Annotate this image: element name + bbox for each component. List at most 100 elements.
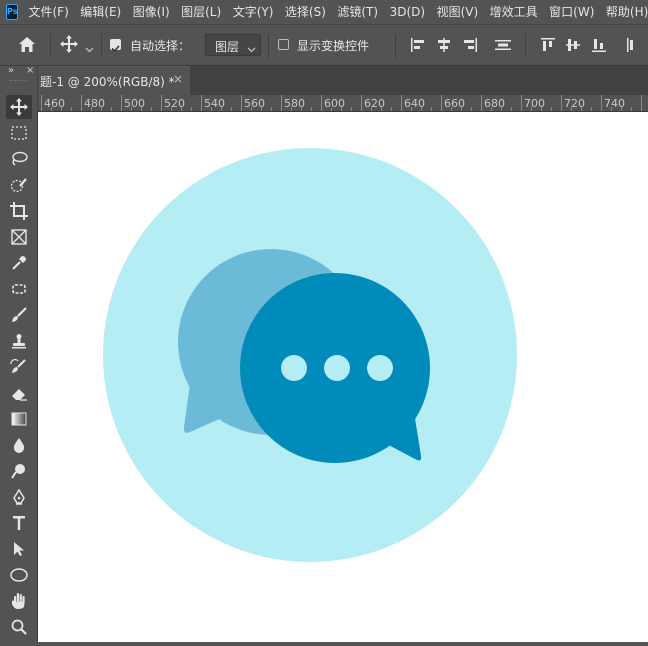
ruler-minor-tick xyxy=(91,107,92,111)
ruler-minor-tick xyxy=(631,107,632,111)
ruler-major-tick xyxy=(281,95,282,111)
collapse-panel-icon[interactable]: » xyxy=(8,65,14,76)
menu-edit[interactable]: 编辑(E) xyxy=(80,0,121,24)
path-select-tool[interactable] xyxy=(6,537,32,561)
menu-view[interactable]: 视图(V) xyxy=(437,0,479,24)
ruler-major-tick xyxy=(201,95,202,111)
gradient-tool[interactable] xyxy=(6,407,32,431)
auto-select-checkbox[interactable] xyxy=(110,39,121,53)
quick-select-tool[interactable] xyxy=(6,173,32,197)
document-canvas[interactable] xyxy=(38,112,648,642)
ruler-minor-tick xyxy=(141,107,142,111)
move-tool[interactable] xyxy=(6,95,32,119)
ruler-major-tick xyxy=(361,95,362,111)
menu-3d[interactable]: 3D(D) xyxy=(390,0,425,24)
ruler-minor-tick xyxy=(571,107,572,111)
ruler-minor-tick xyxy=(501,107,502,111)
ruler-minor-tick xyxy=(621,107,622,111)
align-left-icon[interactable] xyxy=(410,37,426,57)
blur-tool[interactable] xyxy=(6,433,32,457)
ruler-minor-tick xyxy=(251,107,252,111)
separator xyxy=(101,34,102,58)
ruler-minor-tick xyxy=(341,107,342,111)
align-more-icon[interactable] xyxy=(626,37,638,57)
dodge-tool[interactable] xyxy=(6,459,32,483)
photoshop-logo-icon: Ps xyxy=(6,4,19,20)
close-icon[interactable]: × xyxy=(173,72,183,86)
ruler-minor-tick xyxy=(171,107,172,111)
ruler-minor-tick xyxy=(311,107,312,111)
horizontal-ruler[interactable]: 460 480 500 520 540 560 580 600 620 640 … xyxy=(38,95,648,112)
align-bottom-icon[interactable] xyxy=(591,37,607,57)
show-transform-label: 显示变换控件 xyxy=(297,39,370,53)
ruler-minor-tick xyxy=(381,107,382,111)
move-options-chevron-icon[interactable] xyxy=(85,39,94,58)
healing-tool[interactable] xyxy=(6,277,32,301)
ruler-minor-tick xyxy=(591,107,592,111)
ruler-minor-tick xyxy=(461,107,462,111)
menu-window[interactable]: 窗口(W) xyxy=(549,0,594,24)
close-panel-icon[interactable]: × xyxy=(26,65,34,76)
menu-image[interactable]: 图像(I) xyxy=(133,0,170,24)
ruler-major-tick xyxy=(481,95,482,111)
layer-dropdown[interactable]: 图层 xyxy=(205,34,261,56)
ruler-minor-tick xyxy=(51,107,52,111)
tools-panel: » × xyxy=(0,65,38,642)
ruler-major-tick xyxy=(521,95,522,111)
ruler-major-tick xyxy=(641,95,642,111)
menu-plugins[interactable]: 增效工具 xyxy=(490,0,538,24)
ruler-minor-tick xyxy=(71,107,72,111)
move-icon[interactable] xyxy=(60,35,78,57)
crop-tool[interactable] xyxy=(6,199,32,223)
panel-grip[interactable] xyxy=(10,80,28,83)
menu-filter[interactable]: 滤镜(T) xyxy=(337,0,378,24)
lasso-tool[interactable] xyxy=(6,147,32,171)
marquee-tool[interactable] xyxy=(6,121,32,145)
layer-dropdown-value: 图层 xyxy=(215,40,240,54)
menu-help[interactable]: 帮助(H) xyxy=(606,0,648,24)
ruler-minor-tick xyxy=(291,107,292,111)
zoom-tool[interactable] xyxy=(6,615,32,639)
ruler-major-tick xyxy=(241,95,242,111)
separator xyxy=(50,34,51,58)
align-right-icon[interactable] xyxy=(462,37,478,57)
ellipse-tool[interactable] xyxy=(6,563,32,587)
align-center-h-icon[interactable] xyxy=(436,37,452,57)
brush-tool[interactable] xyxy=(6,303,32,327)
eraser-tool[interactable] xyxy=(6,381,32,405)
chat-icon-artwork xyxy=(103,148,517,562)
type-tool[interactable] xyxy=(6,511,32,535)
ruler-minor-tick xyxy=(131,107,132,111)
frame-tool[interactable] xyxy=(6,225,32,249)
eyedropper-tool[interactable] xyxy=(6,251,32,275)
document-tab[interactable]: 题-1 @ 200%(RGB/8) * × xyxy=(38,66,190,95)
ruler-minor-tick xyxy=(181,107,182,111)
pen-tool[interactable] xyxy=(6,485,32,509)
align-top-icon[interactable] xyxy=(540,37,556,57)
ruler-minor-tick xyxy=(411,107,412,111)
ruler-minor-tick xyxy=(61,107,62,111)
menu-layer[interactable]: 图层(L) xyxy=(181,0,221,24)
home-icon[interactable] xyxy=(18,36,36,57)
distribute-h-icon[interactable] xyxy=(494,37,512,57)
separator xyxy=(268,34,269,58)
align-center-v-icon[interactable] xyxy=(565,37,581,57)
menu-type[interactable]: 文字(Y) xyxy=(233,0,274,24)
ruler-major-tick xyxy=(81,95,82,111)
hand-tool[interactable] xyxy=(6,589,32,613)
menu-file[interactable]: 文件(F) xyxy=(28,0,68,24)
history-brush-tool[interactable] xyxy=(6,355,32,379)
document-tab-bar: 题-1 @ 200%(RGB/8) * × xyxy=(38,66,648,95)
ruler-minor-tick xyxy=(511,107,512,111)
ruler-minor-tick xyxy=(301,107,302,111)
chevron-down-icon xyxy=(247,39,256,58)
stamp-tool[interactable] xyxy=(6,329,32,353)
ruler-minor-tick xyxy=(221,107,222,111)
ruler-minor-tick xyxy=(491,107,492,111)
ruler-minor-tick xyxy=(451,107,452,111)
ruler-minor-tick xyxy=(611,107,612,111)
ruler-major-tick xyxy=(321,95,322,111)
show-transform-checkbox[interactable] xyxy=(278,39,289,50)
ruler-minor-tick xyxy=(231,107,232,111)
menu-select[interactable]: 选择(S) xyxy=(285,0,326,24)
